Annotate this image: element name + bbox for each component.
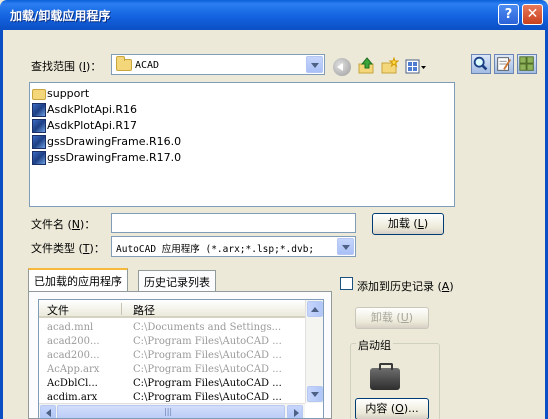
table-row[interactable]: acad.mnl C:\Documents and Settings... bbox=[39, 322, 305, 335]
table-header: 文件 路径 bbox=[39, 300, 305, 318]
load-button[interactable]: 加载 (L) bbox=[372, 213, 444, 235]
loaded-apps-table[interactable]: 文件 路径 acad.mnl C:\Documents and Settings.… bbox=[38, 299, 324, 419]
list-item[interactable]: support bbox=[32, 87, 89, 103]
contents-button[interactable]: 内容 (O)... bbox=[355, 398, 429, 419]
table-row[interactable]: AcDblCl... C:\Program Files\AutoCAD ... bbox=[39, 378, 305, 391]
filename-input[interactable] bbox=[111, 213, 356, 233]
column-header-file[interactable]: 文件 bbox=[47, 302, 69, 318]
table-row[interactable]: AcApp.arx C:\Program Files\AutoCAD ... bbox=[39, 364, 305, 377]
list-item[interactable]: AsdkPlotApi.R17 bbox=[32, 119, 137, 135]
arx-file-icon bbox=[32, 151, 46, 165]
horizontal-scrollbar[interactable]: ||| bbox=[39, 403, 305, 418]
scroll-thumb[interactable]: ||| bbox=[57, 405, 285, 418]
folder-icon bbox=[32, 88, 46, 100]
chevron-down-icon[interactable] bbox=[337, 238, 354, 255]
up-folder-icon[interactable] bbox=[358, 57, 376, 75]
add-history-label[interactable]: 添加到历史记录 (A) bbox=[357, 278, 454, 294]
look-in-label: 查找范围 (I)： bbox=[31, 60, 102, 73]
help-button[interactable]: ? bbox=[498, 4, 519, 25]
close-button[interactable]: ✕ bbox=[522, 4, 543, 25]
add-history-checkbox[interactable] bbox=[340, 277, 353, 290]
scroll-left-icon[interactable] bbox=[40, 405, 56, 418]
arx-file-icon bbox=[32, 135, 46, 149]
back-icon[interactable] bbox=[333, 58, 351, 76]
scroll-down-icon[interactable] bbox=[307, 386, 323, 402]
scroll-right-icon[interactable] bbox=[287, 405, 303, 418]
arx-file-icon bbox=[32, 103, 46, 117]
list-item[interactable]: gssDrawingFrame.R16.0 bbox=[32, 135, 181, 151]
table-row[interactable]: acad200... C:\Program Files\AutoCAD ... bbox=[39, 350, 305, 363]
filetype-combo[interactable]: AutoCAD 应用程序 (*.arx;*.lsp;*.dvb; bbox=[111, 236, 356, 257]
file-list[interactable]: support AsdkPlotApi.R16 AsdkPlotApi.R17 … bbox=[29, 82, 455, 207]
titlebar: 加载/卸载应用程序 ? ✕ bbox=[0, 0, 548, 30]
list-item[interactable]: AsdkPlotApi.R16 bbox=[32, 103, 137, 119]
views-icon[interactable] bbox=[517, 54, 537, 74]
tools-icon[interactable] bbox=[494, 54, 514, 74]
filename-label: 文件名 (N)： bbox=[31, 218, 96, 231]
window-title: 加载/卸载应用程序 bbox=[10, 9, 111, 23]
column-header-path[interactable]: 路径 bbox=[133, 302, 155, 318]
folder-icon bbox=[116, 56, 132, 71]
view-menu-icon[interactable] bbox=[405, 58, 427, 76]
filetype-value: AutoCAD 应用程序 (*.arx;*.lsp;*.dvb; bbox=[116, 244, 315, 255]
startup-group-label: 启动组 bbox=[356, 337, 393, 353]
look-in-value: ACAD bbox=[135, 60, 160, 71]
list-item[interactable]: gssDrawingFrame.R17.0 bbox=[32, 151, 181, 167]
tab-history[interactable]: 历史记录列表 bbox=[138, 270, 216, 291]
find-icon[interactable] bbox=[471, 54, 491, 74]
new-folder-icon[interactable] bbox=[381, 57, 399, 75]
chevron-down-icon[interactable] bbox=[306, 56, 323, 73]
column-divider[interactable] bbox=[121, 303, 122, 315]
grip-icon: ||| bbox=[164, 407, 173, 416]
table-row[interactable]: acad200... C:\Program Files\AutoCAD ... bbox=[39, 336, 305, 349]
look-in-combo[interactable]: ACAD bbox=[111, 54, 325, 75]
unload-button[interactable]: 卸载 (U) bbox=[355, 307, 429, 329]
tab-loaded-apps[interactable]: 已加载的应用程序 bbox=[28, 268, 128, 291]
arx-file-icon bbox=[32, 119, 46, 133]
briefcase-icon bbox=[370, 363, 400, 390]
vertical-scrollbar[interactable] bbox=[305, 300, 323, 403]
scroll-up-icon[interactable] bbox=[307, 301, 323, 317]
filetype-label: 文件类型 (T)： bbox=[31, 242, 105, 255]
